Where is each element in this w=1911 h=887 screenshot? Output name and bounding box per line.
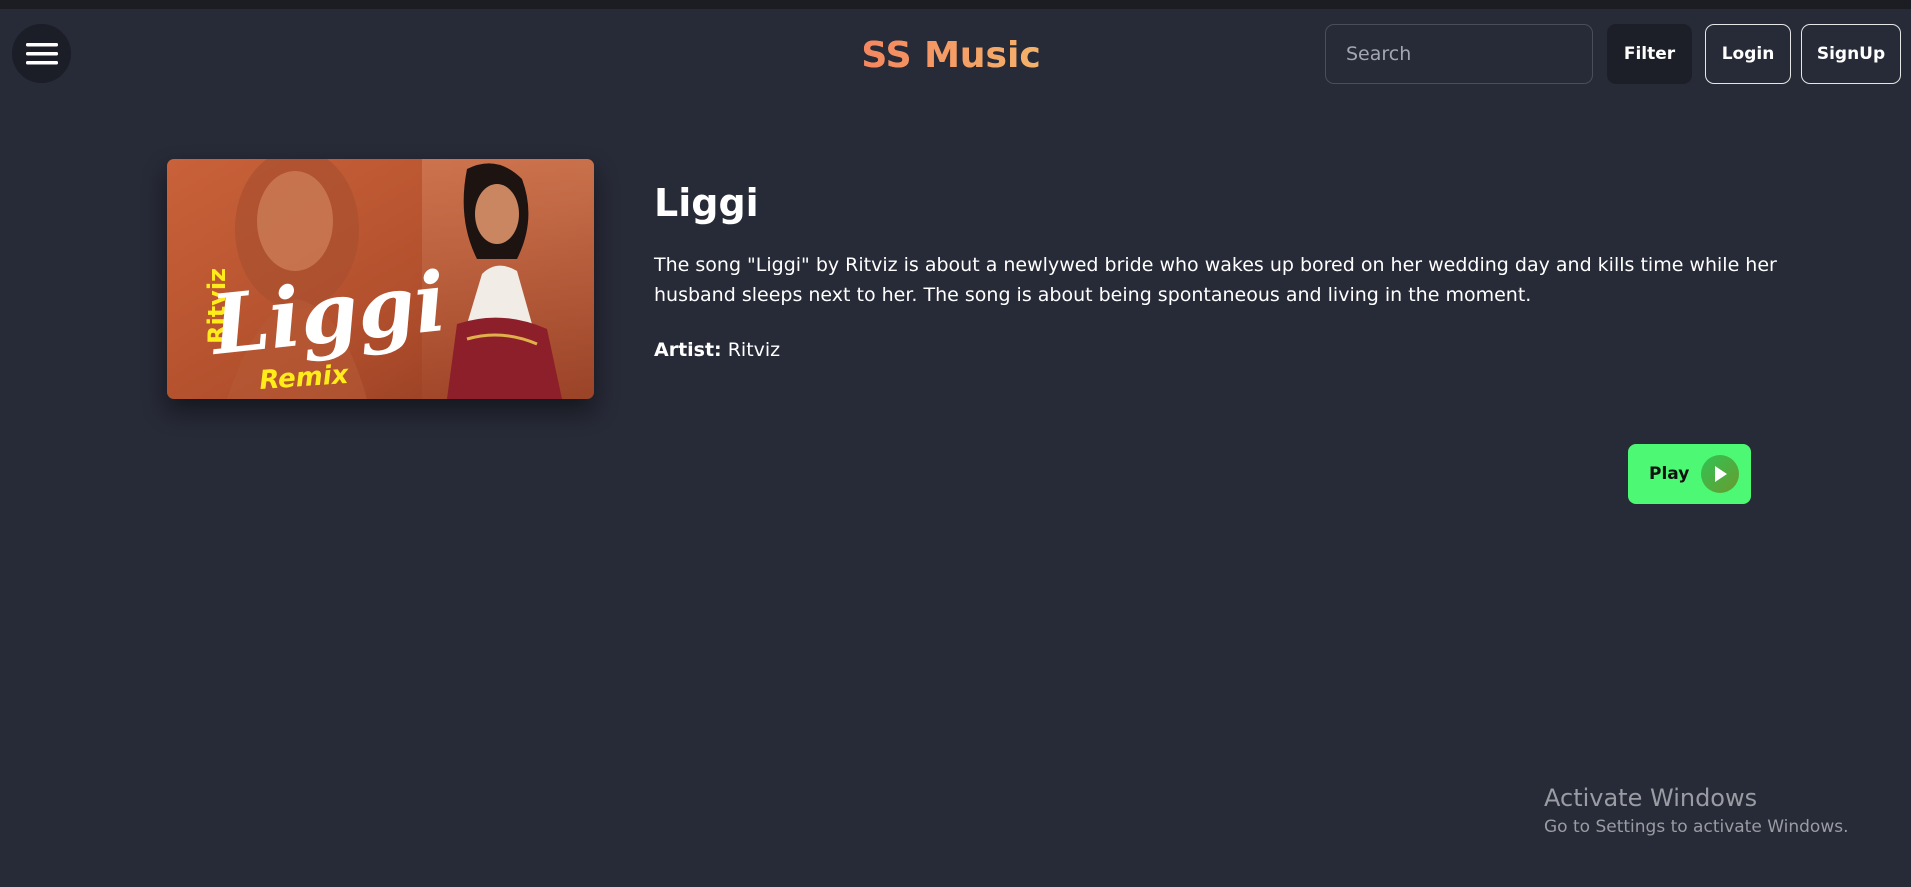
artist-label: Artist: (654, 339, 722, 361)
cover-subtitle-text: Remix (258, 360, 350, 396)
activate-windows-watermark: Activate Windows Go to Settings to activ… (1544, 782, 1849, 840)
login-button[interactable]: Login (1705, 24, 1791, 84)
search-input[interactable] (1325, 24, 1593, 84)
song-title: Liggi (654, 181, 759, 225)
filter-button[interactable]: Filter (1607, 24, 1692, 84)
song-description: The song "Liggi" by Ritviz is about a ne… (654, 254, 1777, 306)
watermark-title: Activate Windows (1544, 784, 1758, 812)
signup-button[interactable]: SignUp (1801, 24, 1901, 84)
window-top-strip (0, 0, 1911, 9)
artist-info: Artist: Ritviz (654, 335, 780, 365)
play-button-label: Play (1649, 464, 1690, 484)
song-cover-image: Ritviz Liggi Remix (167, 159, 594, 399)
play-icon (1701, 455, 1740, 493)
watermark-subtitle: Go to Settings to activate Windows. (1544, 817, 1849, 837)
artist-name: Ritviz (727, 339, 781, 361)
play-button[interactable]: Play (1628, 444, 1751, 504)
